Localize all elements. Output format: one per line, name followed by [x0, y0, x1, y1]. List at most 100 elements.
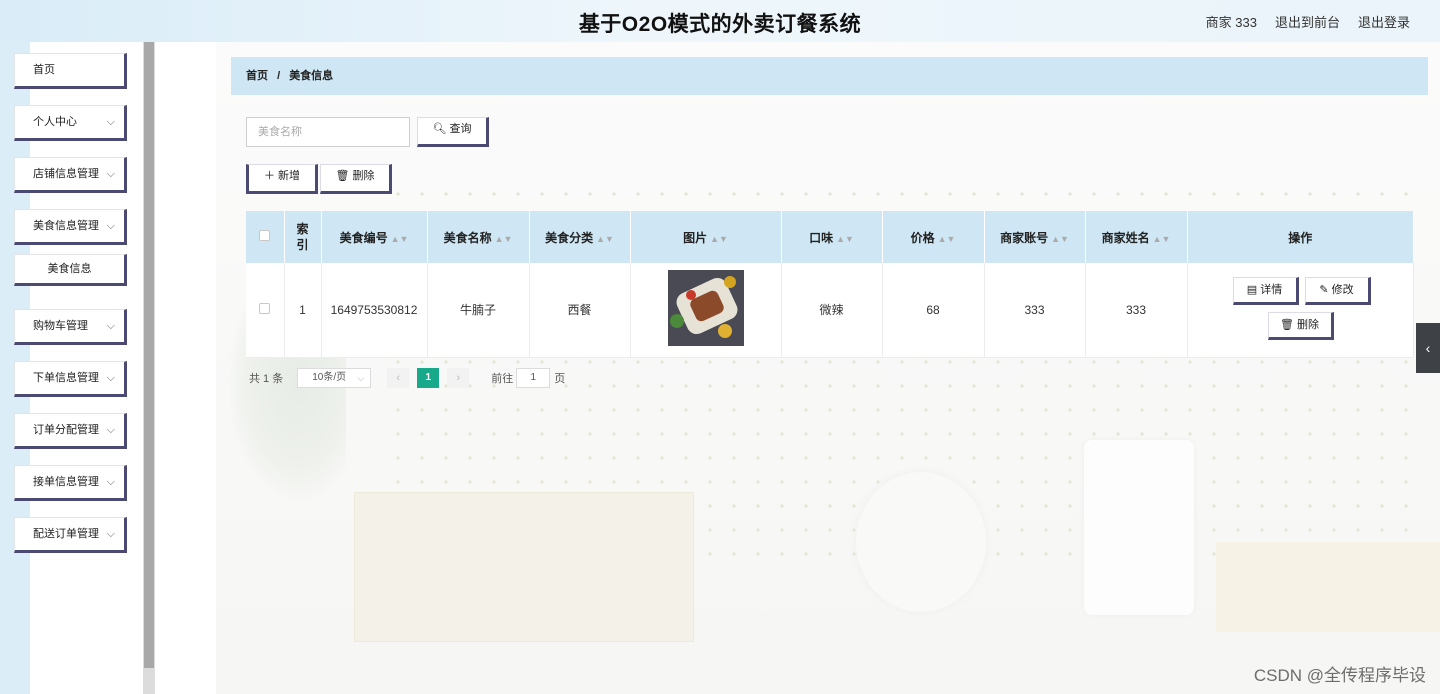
sort-icon: ▲▼ — [390, 233, 409, 244]
add-button[interactable]: ＋ 新增 — [246, 164, 318, 194]
cell-merchant-account: 333 — [984, 263, 1086, 358]
sort-icon: ▲▼ — [596, 233, 614, 244]
food-image[interactable] — [667, 270, 744, 347]
sort-icon: ▲▼ — [1152, 233, 1171, 244]
detail-button[interactable]: ▤ 详情 — [1232, 277, 1299, 305]
back-to-front-link[interactable]: 退出到前台 — [1275, 12, 1340, 31]
sort-icon: ▲▼ — [937, 233, 956, 244]
header-price[interactable]: 价格 ▲▼ — [882, 211, 985, 263]
chevron-down-icon: ⌵ — [106, 424, 115, 436]
sidebar-item-shop-info[interactable]: 店铺信息管理 ⌵ — [14, 157, 127, 193]
table-header-row: 索引 美食编号 ▲▼ 美食名称 ▲▼ 美食分类 ▲▼ 图片 ▲▼ 口味 ▲▼ 价格 ▲▼ 商… — [246, 211, 1414, 263]
sidebar-item-label: 订单分配管理 — [33, 424, 99, 436]
watermark: CSDN @全传程序毕设 — [1253, 666, 1426, 685]
cell-name: 牛腩子 — [427, 263, 530, 358]
background-cylinder — [1084, 440, 1194, 615]
header-category[interactable]: 美食分类 ▲▼ — [529, 211, 631, 263]
sidebar-subitem-food[interactable]: 美食信息 — [14, 254, 127, 286]
next-page-button[interactable]: › — [447, 368, 470, 388]
document-icon: ▤ — [1246, 284, 1258, 296]
trash-icon: 🗑︎ — [1279, 319, 1294, 331]
table-row: 1 1649753530812 牛腩子 西餐 微辣 68 333 333 ▤ 详… — [246, 263, 1414, 358]
current-user: 商家 333 — [1205, 15, 1257, 30]
chevron-down-icon: ⌵ — [106, 220, 115, 232]
breadcrumb-home[interactable]: 首页 — [246, 70, 268, 82]
checkbox[interactable] — [259, 302, 271, 314]
header-taste[interactable]: 口味 ▲▼ — [781, 211, 883, 263]
edit-icon: ✎ — [1319, 284, 1329, 296]
cell-merchant-name: 333 — [1085, 263, 1188, 358]
batch-delete-button[interactable]: 🗑︎ 删除 — [320, 164, 392, 194]
main-content: 首页 / 美食信息 🔍︎ 查询 ＋ 新增 🗑︎ 删除 索引 美食编号▲▼ 美食名… — [216, 42, 1440, 694]
breadcrumb: 首页 / 美食信息 — [231, 57, 1428, 95]
breadcrumb-current: 美食信息 — [289, 70, 334, 82]
sidebar-item-accept-orders[interactable]: 接单信息管理 ⌵ — [14, 465, 127, 501]
pagination: 共 1 条 10条/页 ⌵ ‹ 1 › 前往 1 页 — [249, 367, 565, 389]
chevron-down-icon: ⌵ — [106, 528, 115, 540]
cell-image — [630, 263, 782, 358]
sidebar-item-orders[interactable]: 下单信息管理 ⌵ — [14, 361, 127, 397]
checkbox[interactable] — [259, 230, 271, 241]
header-code[interactable]: 美食编号 ▲▼ — [321, 211, 428, 263]
background-box — [354, 492, 694, 642]
header-merchant-account[interactable]: 商家账号 ▲▼ — [984, 211, 1086, 263]
breadcrumb-separator: / — [277, 70, 281, 82]
row-select[interactable] — [246, 263, 285, 358]
header-merchant-name[interactable]: 商家姓名 ▲▼ — [1085, 211, 1188, 263]
sidebar-item-food-info[interactable]: 美食信息管理 ⌵ — [14, 209, 127, 245]
goto-label: 前往 — [491, 373, 514, 385]
prev-page-button[interactable]: ‹ — [387, 368, 410, 388]
background-roll — [856, 472, 986, 612]
chevron-down-icon: ⌵ — [106, 320, 115, 332]
sidebar-subitem-label: 美食信息 — [47, 263, 92, 275]
sidebar-item-delivery[interactable]: 配送订单管理 ⌵ — [14, 517, 127, 553]
chevron-left-icon: ‹ — [1425, 340, 1431, 356]
page-number-current[interactable]: 1 — [417, 368, 440, 388]
sort-icon: ▲▼ — [494, 233, 513, 244]
sort-icon: ▲▼ — [836, 233, 854, 244]
sidebar-item-order-assign[interactable]: 订单分配管理 ⌵ — [14, 413, 127, 449]
query-button[interactable]: 🔍︎ 查询 — [417, 117, 489, 147]
sidebar-item-label: 店铺信息管理 — [33, 168, 99, 180]
edit-button[interactable]: ✎ 修改 — [1304, 277, 1371, 305]
collapse-panel-button[interactable]: ‹ — [1416, 323, 1440, 373]
page-suffix: 页 — [554, 373, 566, 385]
top-header: 基于O2O模式的外卖订餐系统 商家 333 退出到前台 退出登录 — [0, 0, 1440, 42]
search-input[interactable] — [246, 117, 410, 147]
sidebar-scrollbar[interactable] — [143, 42, 155, 694]
sidebar-item-label: 首页 — [33, 64, 55, 76]
chevron-down-icon: ⌵ — [106, 372, 115, 384]
sidebar-item-home[interactable]: 首页 — [14, 53, 127, 89]
add-button-label: 新增 — [278, 170, 301, 182]
food-table: 索引 美食编号 ▲▼ 美食名称 ▲▼ 美食分类 ▲▼ 图片 ▲▼ 口味 ▲▼ 价格 ▲▼ 商… — [246, 211, 1414, 358]
trash-icon: 🗑︎ — [335, 170, 350, 182]
header-name[interactable]: 美食名称 ▲▼ — [427, 211, 530, 263]
sidebar-item-label: 个人中心 — [33, 116, 77, 128]
chevron-down-icon: ⌵ — [357, 373, 365, 383]
sort-icon: ▲▼ — [1051, 233, 1069, 244]
header-actions: 商家 333 退出到前台 退出登录 — [1206, 12, 1410, 31]
delete-button-label: 删除 — [352, 170, 375, 182]
sidebar: 首页 个人中心 ⌵ 店铺信息管理 ⌵ 美食信息管理 ⌵ 美食信息 购物车管理 ⌵… — [0, 42, 155, 694]
logout-link[interactable]: 退出登录 — [1358, 12, 1410, 31]
scrollbar-thumb[interactable] — [144, 42, 154, 668]
goto-page-input[interactable]: 1 — [516, 368, 551, 388]
row-delete-button[interactable]: 🗑︎ 删除 — [1267, 312, 1334, 340]
sidebar-item-label: 下单信息管理 — [33, 372, 99, 384]
chevron-down-icon: ⌵ — [106, 116, 115, 128]
sidebar-item-cart[interactable]: 购物车管理 ⌵ — [14, 309, 127, 345]
query-button-label: 查询 — [449, 123, 472, 135]
sidebar-item-label: 配送订单管理 — [33, 528, 99, 540]
header-index: 索引 — [284, 211, 322, 263]
sidebar-item-personal-center[interactable]: 个人中心 ⌵ — [14, 105, 127, 141]
header-select-all[interactable] — [246, 211, 285, 263]
sort-icon: ▲▼ — [710, 233, 728, 244]
header-image[interactable]: 图片 ▲▼ — [630, 211, 782, 263]
cell-code: 1649753530812 — [321, 263, 428, 358]
plus-icon: ＋ — [263, 170, 275, 182]
page-size-select[interactable]: 10条/页 ⌵ — [297, 368, 372, 388]
chevron-down-icon: ⌵ — [106, 168, 115, 180]
cell-category: 西餐 — [529, 263, 631, 358]
sidebar-item-label: 购物车管理 — [33, 320, 88, 332]
cell-price: 68 — [882, 263, 985, 358]
